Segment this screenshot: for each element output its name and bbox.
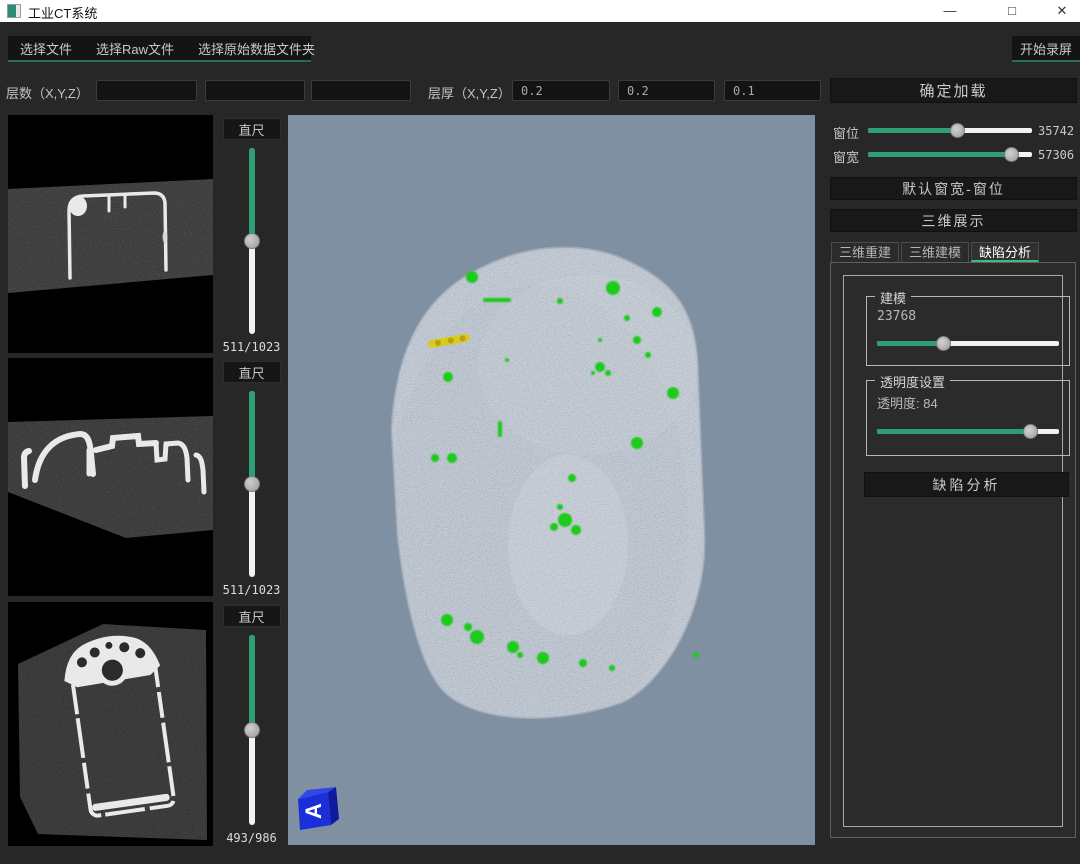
slice1-slider-handle[interactable] (244, 233, 260, 249)
panel-inner-frame: 建模 23768 透明度设置 透明度: 84 缺陷分析 (843, 275, 1063, 827)
slice1-slider-column: 直尺 511/1023 (218, 118, 285, 354)
select-raw-folder-button[interactable]: 选择原始数据文件夹 (186, 39, 327, 58)
slice1-slider[interactable] (249, 148, 255, 334)
maximize-button[interactable]: □ (990, 0, 1034, 22)
slice-view-xy[interactable] (8, 115, 213, 353)
display-3d-button[interactable]: 三维展示 (830, 209, 1077, 232)
window-level-value: 35742 (1038, 124, 1074, 138)
window-width-value: 57306 (1038, 148, 1074, 162)
orientation-cube-icon: A (298, 787, 339, 830)
thickness-z-input[interactable] (724, 80, 821, 101)
close-button[interactable]: ✕ (1040, 0, 1080, 22)
modeling-slider[interactable] (877, 341, 1059, 346)
opacity-slider[interactable] (877, 429, 1059, 434)
layers-y-input[interactable] (205, 80, 305, 101)
window-level-slider[interactable] (868, 128, 1032, 133)
slice2-slider-column: 直尺 511/1023 (218, 361, 285, 597)
slice3-slider[interactable] (249, 635, 255, 825)
thickness-x-input[interactable] (512, 80, 610, 101)
start-record-button[interactable]: 开始录屏 (1008, 39, 1080, 58)
ruler-button-2[interactable]: 直尺 (223, 361, 281, 383)
slice2-position-label: 511/1023 (218, 583, 285, 597)
window-width-slider[interactable] (868, 152, 1032, 157)
slice3-slider-handle[interactable] (244, 722, 260, 738)
slice2-slider[interactable] (249, 391, 255, 577)
ruler-button-3[interactable]: 直尺 (223, 605, 281, 627)
opacity-groupbox: 透明度设置 透明度: 84 (866, 380, 1070, 456)
window-level-label: 窗位 (833, 123, 859, 142)
layers-x-input[interactable] (96, 80, 197, 101)
app-window: 工业CT系统 — □ ✕ 选择文件 选择Raw文件 选择原始数据文件夹 开始录屏… (0, 0, 1080, 864)
slice3-position-label: 493/986 (218, 831, 285, 845)
file-toolbar: 选择文件 选择Raw文件 选择原始数据文件夹 (8, 36, 311, 62)
default-ww-wl-button[interactable]: 默认窗宽-窗位 (830, 177, 1077, 200)
app-icon (7, 4, 21, 18)
modeling-group-title: 建模 (875, 288, 911, 307)
opacity-value-label: 透明度: 84 (877, 393, 938, 412)
slice2-slider-handle[interactable] (244, 476, 260, 492)
layers-label: 层数（X,Y,Z） (6, 83, 89, 102)
titlebar: 工业CT系统 — □ ✕ (0, 0, 1080, 22)
tab-3d-modeling[interactable]: 三维建模 (901, 242, 969, 262)
opacity-group-title: 透明度设置 (875, 372, 950, 391)
modeling-groupbox: 建模 23768 (866, 296, 1070, 366)
window-width-label: 窗宽 (833, 147, 859, 166)
defect-analysis-button[interactable]: 缺陷分析 (864, 472, 1069, 497)
opacity-slider-handle[interactable] (1023, 424, 1038, 439)
confirm-load-button[interactable]: 确定加载 (830, 78, 1077, 103)
defect-analysis-panel: 建模 23768 透明度设置 透明度: 84 缺陷分析 (830, 262, 1076, 838)
thickness-label: 层厚（X,Y,Z） (428, 83, 511, 102)
record-toolbar: 开始录屏 (1012, 36, 1080, 62)
window-title: 工业CT系统 (28, 3, 97, 22)
volume-render: A (288, 115, 815, 845)
slice-view-xz[interactable] (8, 358, 213, 596)
modeling-value: 23768 (877, 309, 916, 324)
window-width-slider-handle[interactable] (1004, 147, 1019, 162)
minimize-button[interactable]: — (928, 0, 972, 22)
layers-z-input[interactable] (311, 80, 411, 101)
tab-3d-reconstruction[interactable]: 三维重建 (831, 242, 899, 262)
select-raw-file-button[interactable]: 选择Raw文件 (84, 39, 186, 58)
select-file-button[interactable]: 选择文件 (8, 39, 84, 58)
thickness-y-input[interactable] (618, 80, 715, 101)
slice3-slider-column: 直尺 493/986 (218, 605, 285, 845)
viewport-3d[interactable]: A (288, 115, 815, 845)
ruler-button-1[interactable]: 直尺 (223, 118, 281, 140)
modeling-slider-handle[interactable] (936, 336, 951, 351)
tab-defect-analysis[interactable]: 缺陷分析 (971, 242, 1039, 262)
window-level-slider-handle[interactable] (950, 123, 965, 138)
analysis-tabs: 三维重建 三维建模 缺陷分析 (831, 242, 1041, 262)
slice-view-yz[interactable] (8, 602, 213, 846)
svg-text:A: A (301, 803, 326, 819)
slice1-position-label: 511/1023 (218, 340, 285, 354)
